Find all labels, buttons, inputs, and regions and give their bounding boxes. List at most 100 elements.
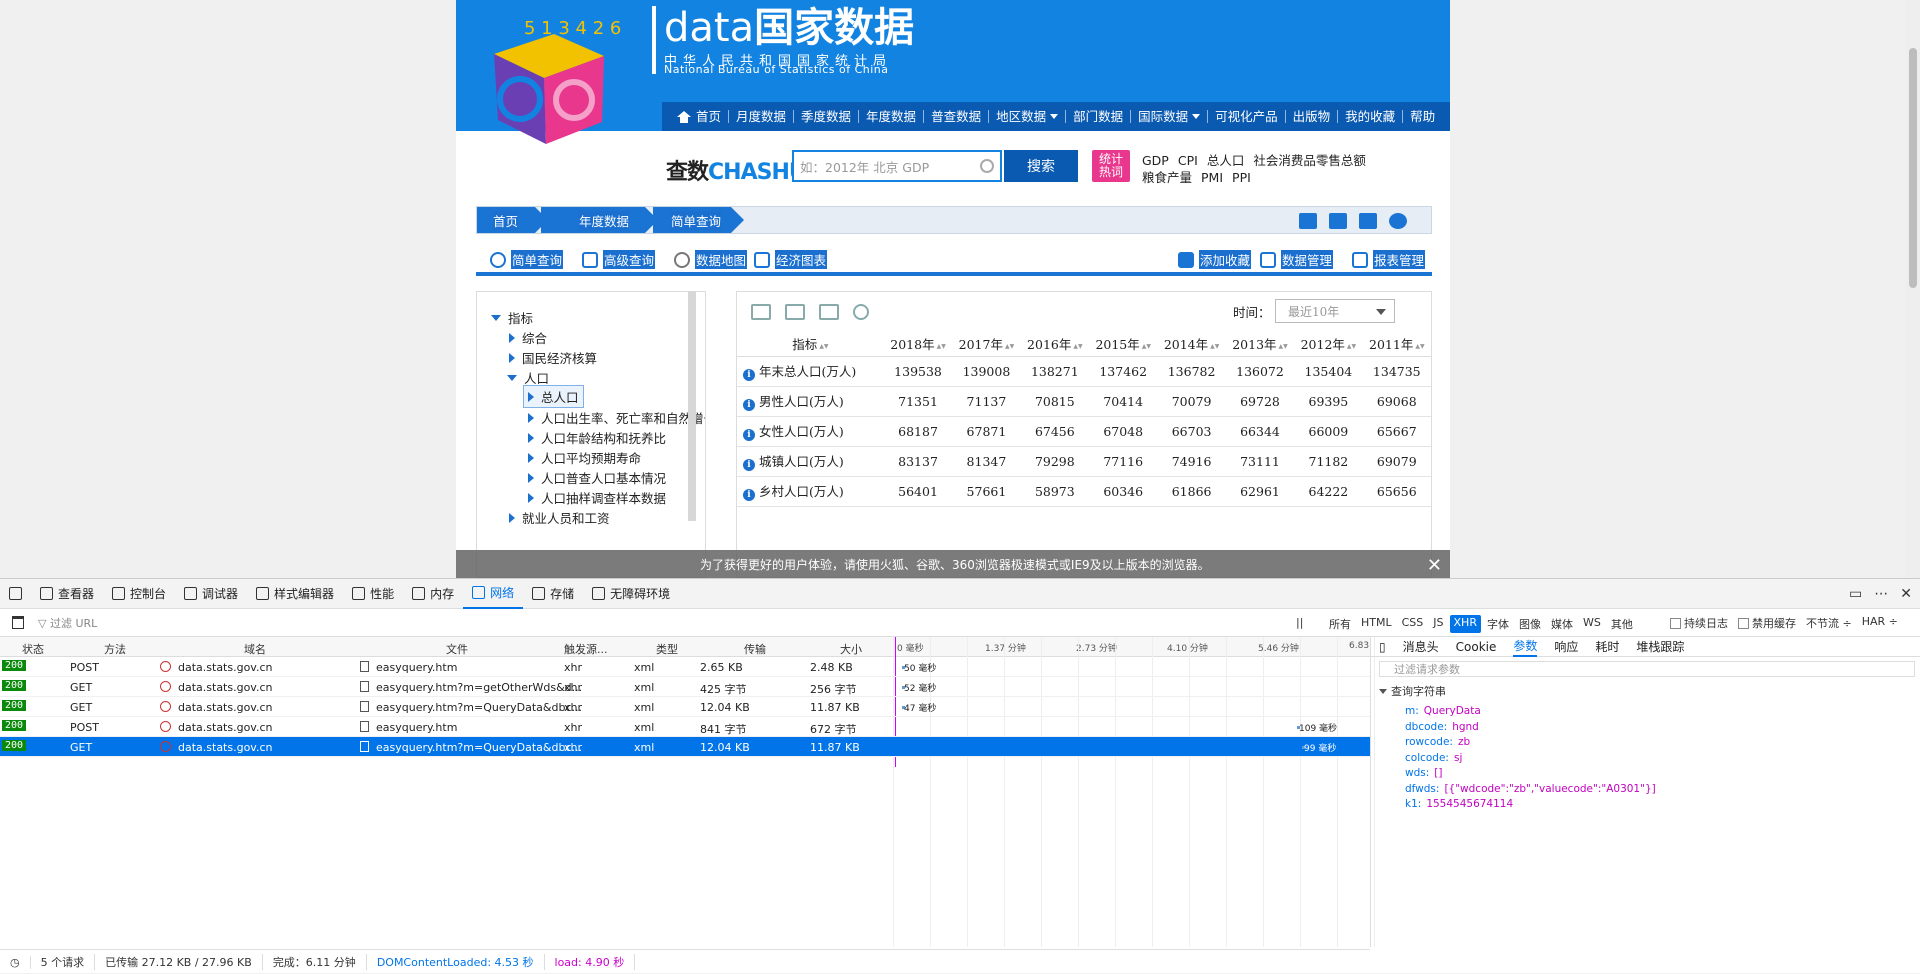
disable-cache-checkbox[interactable]: 禁用缓存	[1738, 615, 1796, 631]
tree-item[interactable]: 人口普查人口基本情况	[528, 468, 666, 487]
hot-word-link[interactable]: PPI	[1232, 170, 1251, 185]
download-icon[interactable]	[1299, 213, 1317, 229]
economic-chart-tool[interactable]: 经济图表	[754, 250, 828, 269]
simple-query-tool[interactable]: 简单查询	[490, 250, 564, 269]
more-icon[interactable]: ⋯	[1874, 586, 1888, 602]
devtools-tab[interactable]: 样式编辑器	[247, 579, 343, 609]
detail-tab[interactable]: 响应	[1554, 638, 1578, 655]
request-row[interactable]: 200 POST data.stats.gov.cn easyquery.htm xhr…	[0, 657, 1370, 677]
type-filter-button[interactable]: WS	[1579, 615, 1605, 633]
table-view-icon[interactable]	[751, 304, 771, 320]
breadcrumb-simple-query[interactable]: 简单查询	[653, 207, 744, 233]
close-icon[interactable]: ✕	[1427, 555, 1442, 576]
hbar-chart-icon[interactable]	[819, 304, 839, 320]
devtools-tab[interactable]: 无障碍环境	[583, 579, 679, 609]
column-header[interactable]: 2017年 ▲▼	[952, 332, 1021, 357]
nav-item[interactable]: 季度数据	[794, 110, 860, 123]
info-icon[interactable]: i	[743, 369, 755, 381]
type-filter-button[interactable]: 所有	[1325, 615, 1355, 633]
time-select[interactable]: 最近10年	[1275, 299, 1395, 323]
info-icon[interactable]: i	[743, 429, 755, 441]
nav-item[interactable]: 国际数据	[1131, 110, 1209, 123]
col-method[interactable]: 方法	[104, 641, 126, 657]
data-map-tool[interactable]: 数据地图	[674, 250, 748, 269]
breadcrumb-annual[interactable]: 年度数据	[541, 207, 658, 233]
scrollbar-thumb[interactable]	[1909, 48, 1917, 288]
column-header[interactable]: 2012年 ▲▼	[1294, 332, 1363, 357]
type-filter-button[interactable]: 媒体	[1547, 615, 1577, 633]
type-filter-button[interactable]: 图像	[1515, 615, 1545, 633]
column-header[interactable]: 2018年 ▲▼	[883, 332, 953, 357]
nav-item[interactable]: 首页	[670, 110, 730, 123]
column-header[interactable]: 2014年 ▲▼	[1157, 332, 1226, 357]
query-string-section[interactable]: 查询字符串	[1379, 683, 1446, 699]
indicator-cell[interactable]: i 年末总人口(万人)	[737, 356, 884, 387]
column-header[interactable]: 2011年 ▲▼	[1362, 332, 1431, 357]
col-domain[interactable]: 域名	[244, 641, 266, 657]
type-filter-button[interactable]: 字体	[1483, 615, 1513, 633]
nav-item[interactable]: 我的收藏	[1338, 110, 1404, 123]
nav-item[interactable]: 可视化产品	[1208, 110, 1286, 123]
tree-item[interactable]: 就业人员和工资	[509, 508, 610, 527]
type-filter-button[interactable]: XHR	[1449, 615, 1481, 633]
advanced-query-tool[interactable]: 高级查询	[582, 250, 656, 269]
detail-tab[interactable]: 耗时	[1595, 638, 1619, 655]
hot-word-link[interactable]: 总人口	[1207, 153, 1245, 168]
tree-root[interactable]: 指标	[491, 308, 533, 327]
devtools-tab[interactable]: 性能	[343, 579, 403, 609]
devtools-tab[interactable]: 存储	[523, 579, 583, 609]
col-transferred[interactable]: 传输	[744, 641, 766, 657]
nav-item[interactable]: 出版物	[1286, 110, 1339, 123]
share-icon[interactable]	[1389, 213, 1407, 229]
devtools-tab[interactable]: 内存	[403, 579, 463, 609]
tree-item[interactable]: 人口抽样调查样本数据	[528, 488, 666, 507]
breadcrumb-home[interactable]: 首页	[477, 207, 548, 233]
col-type[interactable]: 类型	[656, 641, 678, 657]
type-filter-button[interactable]: 其他	[1607, 615, 1637, 633]
col-size[interactable]: 大小	[840, 641, 862, 657]
type-filter-button[interactable]: JS	[1429, 615, 1447, 633]
request-row[interactable]: 200 POST data.stats.gov.cn easyquery.htm xhr…	[0, 717, 1370, 737]
tree-item[interactable]: 人口年龄结构和抚养比	[528, 428, 666, 447]
nav-item[interactable]: 帮助	[1403, 110, 1442, 123]
indicator-cell[interactable]: i 男性人口(万人)	[737, 386, 884, 417]
column-header[interactable]: 指标 ▲▼	[737, 332, 884, 357]
tree-item[interactable]: 人口出生率、死亡率和自然增长	[528, 408, 705, 427]
detail-tab-panel-icon[interactable]: ▯	[1379, 640, 1386, 654]
devtools-tab[interactable]: 调试器	[175, 579, 247, 609]
col-cause[interactable]: 触发源...	[564, 641, 608, 657]
info-icon[interactable]: i	[743, 459, 755, 471]
trash-icon[interactable]	[12, 616, 24, 629]
element-picker-icon[interactable]	[0, 579, 31, 609]
type-filter-button[interactable]: CSS	[1398, 615, 1428, 633]
dock-icon[interactable]: ▭	[1849, 586, 1862, 602]
copy-icon[interactable]	[1329, 213, 1347, 229]
close-icon[interactable]: ✕	[1900, 586, 1912, 602]
search-input[interactable]: 如：2012年 北京 GDP	[792, 150, 1002, 182]
request-row[interactable]: 200 GET data.stats.gov.cn easyquery.htm?m=Q…	[0, 697, 1370, 717]
nav-item[interactable]: 月度数据	[729, 110, 795, 123]
tree-item[interactable]: 人口平均预期寿命	[528, 448, 641, 467]
devtools-tab[interactable]: 查看器	[31, 579, 103, 609]
request-row[interactable]: 200 GET data.stats.gov.cn easyquery.htm?m=Q…	[0, 737, 1370, 757]
col-file[interactable]: 文件	[446, 641, 468, 657]
hot-word-link[interactable]: CPI	[1178, 153, 1198, 168]
nav-item[interactable]: 年度数据	[859, 110, 925, 123]
hot-word-link[interactable]: GDP	[1142, 153, 1169, 168]
tree-item-selected[interactable]: 总人口	[523, 385, 584, 408]
filter-url-input[interactable]: ▽ 过滤 URL	[38, 615, 97, 631]
data-manage-button[interactable]: 数据管理	[1260, 250, 1334, 269]
indicator-cell[interactable]: i 乡村人口(万人)	[737, 476, 884, 507]
indicator-cell[interactable]: i 城镇人口(万人)	[737, 446, 884, 477]
info-icon[interactable]: i	[743, 399, 755, 411]
request-row[interactable]: 200 GET data.stats.gov.cn easyquery.htm?m=g…	[0, 677, 1370, 697]
pie-chart-icon[interactable]	[853, 304, 869, 320]
print-icon[interactable]	[1359, 213, 1377, 229]
har-menu[interactable]: HAR ÷	[1862, 615, 1898, 631]
hot-word-link[interactable]: 社会消费品零售总额	[1253, 153, 1366, 168]
tree-scrollbar[interactable]	[688, 291, 696, 521]
indicator-cell[interactable]: i 女性人口(万人)	[737, 416, 884, 447]
nav-item[interactable]: 地区数据	[989, 110, 1067, 123]
column-header[interactable]: 2015年 ▲▼	[1089, 332, 1158, 357]
nav-item[interactable]: 部门数据	[1066, 110, 1132, 123]
